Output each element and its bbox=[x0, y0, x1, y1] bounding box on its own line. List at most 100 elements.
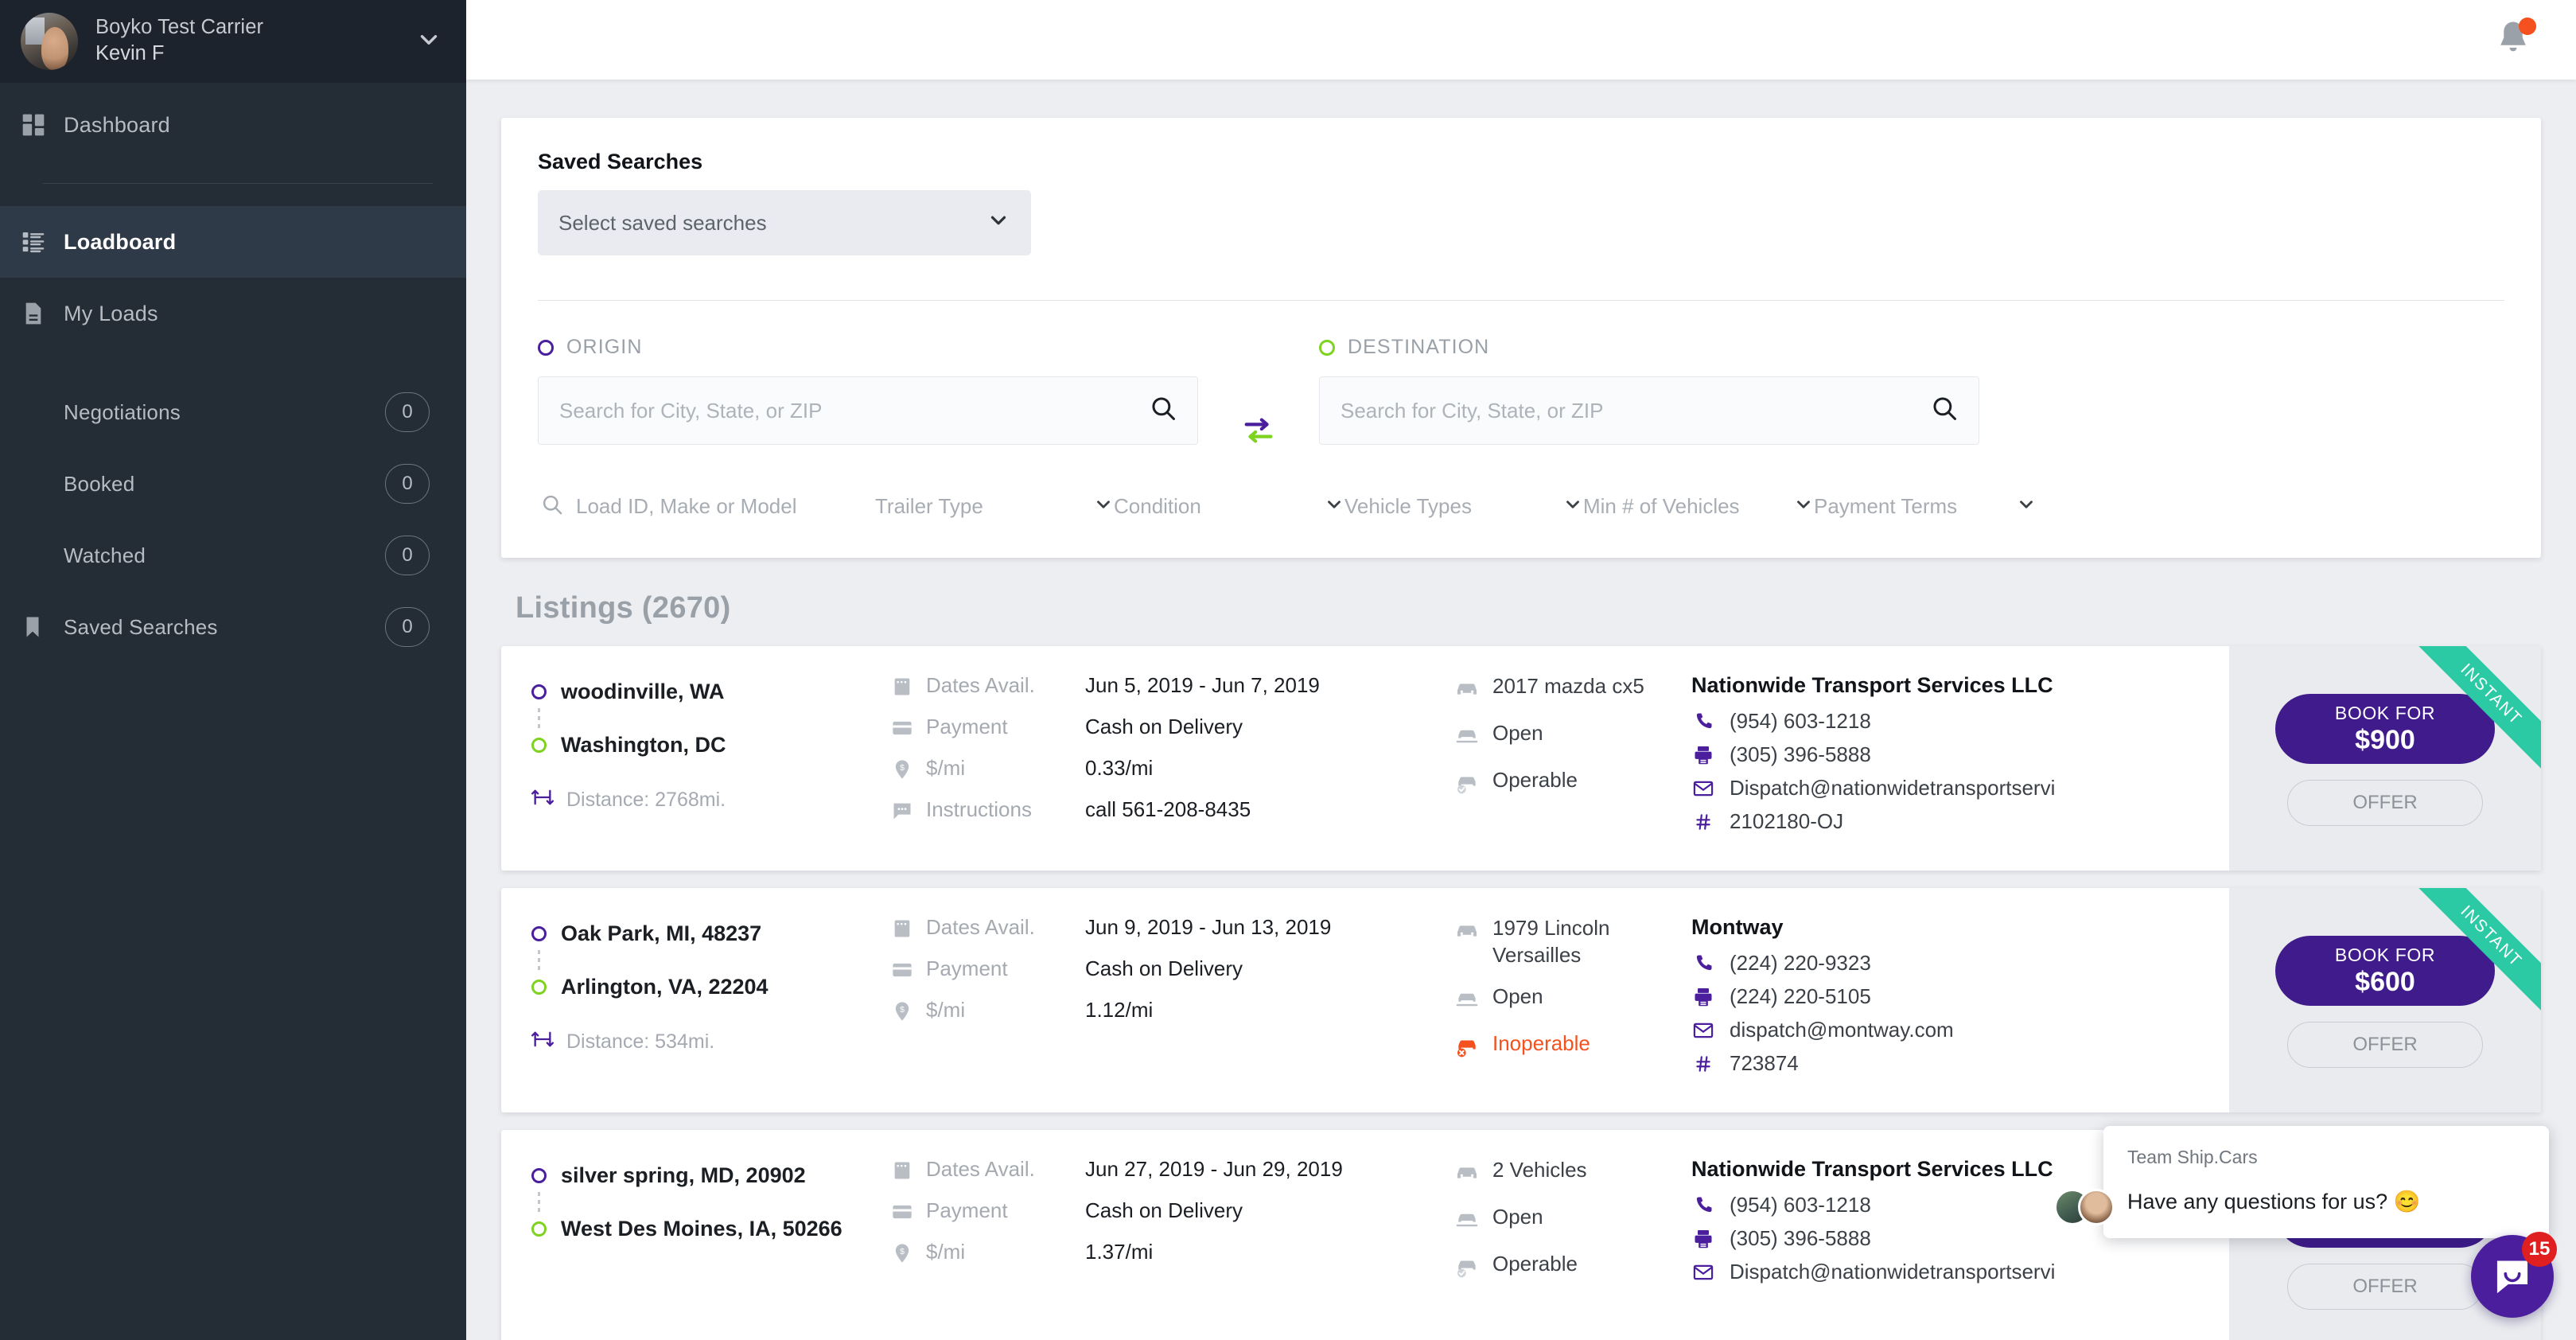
search-icon[interactable] bbox=[1150, 395, 1177, 427]
chevron-down-icon bbox=[2016, 494, 2037, 519]
trailer-type: Open bbox=[1492, 1205, 1543, 1229]
trailer-row: Open bbox=[1454, 984, 1687, 1016]
filter-payment-terms[interactable]: Payment Terms bbox=[1814, 494, 2037, 519]
phone-icon bbox=[1691, 952, 1715, 975]
fax-printer-icon bbox=[1691, 986, 1715, 1008]
route-distance: Distance: 534mi. bbox=[531, 1028, 891, 1056]
sidebar-item-saved-searches[interactable]: Saved Searches 0 bbox=[0, 591, 466, 663]
offer-button[interactable]: OFFER bbox=[2287, 1264, 2483, 1310]
sidebar-item-negotiations[interactable]: Negotiations 0 bbox=[0, 376, 466, 448]
broker-name: Nationwide Transport Services LLC bbox=[1691, 673, 2053, 697]
spec-rate: $ $/mi 1.12/mi bbox=[891, 998, 1448, 1026]
book-button[interactable]: BOOK FOR $900 bbox=[2275, 694, 2495, 764]
sidebar-item-dashboard[interactable]: Dashboard bbox=[0, 89, 466, 161]
destination-block: DESTINATION Search for City, State, or Z… bbox=[1319, 336, 1979, 445]
spec-payment: Payment Cash on Delivery bbox=[891, 715, 1448, 743]
chat-popup[interactable]: Team Ship.Cars Have any questions for us… bbox=[2054, 1126, 2549, 1238]
comment-icon bbox=[891, 797, 926, 826]
fax-printer-icon bbox=[1691, 1228, 1715, 1250]
listing-details: silver spring, MD, 20902 West Des Moines… bbox=[501, 1130, 2229, 1340]
sidebar-item-my-loads[interactable]: My Loads bbox=[0, 278, 466, 349]
listing-card[interactable]: Oak Park, MI, 48237 Arlington, VA, 22204… bbox=[501, 888, 2541, 1112]
phone-text: (954) 603-1218 bbox=[1730, 1193, 1871, 1217]
chevron-down-icon[interactable] bbox=[415, 26, 442, 57]
load-id-text: 723874 bbox=[1730, 1051, 1799, 1075]
saved-searches-select[interactable]: Select saved searches bbox=[538, 190, 1031, 255]
calendar-icon bbox=[891, 1157, 926, 1186]
origin-marker-icon bbox=[531, 1168, 547, 1183]
book-label: BOOK FOR bbox=[2334, 945, 2436, 965]
vehicle-name: 2017 mazda cx5 bbox=[1492, 674, 1644, 698]
route-destination: Arlington, VA, 22204 bbox=[531, 975, 891, 999]
origin-city: woodinville, WA bbox=[561, 680, 725, 703]
listing-actions: BOOK FOR $600 OFFER INSTANT bbox=[2229, 888, 2541, 1112]
spec-rate: $ $/mi 1.37/mi bbox=[891, 1240, 1448, 1268]
listing-card[interactable]: woodinville, WA Washington, DC Distance:… bbox=[501, 646, 2541, 871]
fax-printer-icon bbox=[1691, 744, 1715, 766]
filter-label: Min # of Vehicles bbox=[1583, 494, 1740, 518]
sidebar-item-label: Negotiations bbox=[64, 399, 181, 424]
contact-email[interactable]: Dispatch@nationwidetransportservi bbox=[1691, 776, 2221, 800]
sidebar-divider bbox=[43, 183, 433, 184]
route-connector bbox=[538, 950, 540, 971]
listing-actions: BOOK FOR $900 OFFER INSTANT bbox=[2229, 646, 2541, 871]
vehicle-row: 1979 Lincoln Versailles bbox=[1454, 915, 1687, 969]
sidebar-item-watched[interactable]: Watched 0 bbox=[0, 520, 466, 591]
offer-button[interactable]: OFFER bbox=[2287, 780, 2483, 826]
sidebar-item-loadboard[interactable]: Loadboard bbox=[0, 206, 466, 278]
swap-origin-destination-button[interactable] bbox=[1198, 336, 1319, 449]
offer-label: OFFER bbox=[2352, 792, 2418, 813]
phone-text: (224) 220-9323 bbox=[1730, 951, 1871, 975]
origin-destination-row: ORIGIN Search for City, State, or ZIP DE… bbox=[538, 301, 2504, 449]
distance-icon bbox=[531, 1028, 554, 1056]
spec-label: Instructions bbox=[926, 797, 1032, 821]
destination-input[interactable]: Search for City, State, or ZIP bbox=[1319, 376, 1979, 445]
envelope-icon bbox=[1691, 1019, 1715, 1042]
car-front-icon bbox=[1454, 915, 1481, 948]
chat-launcher-button[interactable]: 15 bbox=[2471, 1232, 2557, 1318]
contact-load-id: 2102180-OJ bbox=[1691, 809, 2221, 834]
destination-city: Washington, DC bbox=[561, 733, 726, 757]
contact-load-id: 723874 bbox=[1691, 1051, 2221, 1076]
condition-row: Operable bbox=[1454, 767, 1687, 800]
price-pin-icon: $ bbox=[891, 756, 926, 785]
search-icon[interactable] bbox=[1931, 395, 1958, 427]
notification-dot bbox=[2519, 18, 2536, 35]
route-origin: silver spring, MD, 20902 bbox=[531, 1163, 891, 1188]
spec-dates: Dates Avail. Jun 5, 2019 - Jun 7, 2019 bbox=[891, 673, 1448, 702]
keyword-search-input[interactable]: Load ID, Make or Model bbox=[541, 493, 875, 520]
filter-condition[interactable]: Condition bbox=[1114, 494, 1344, 519]
price-pin-icon: $ bbox=[891, 1240, 926, 1268]
route-connector bbox=[538, 708, 540, 729]
contact-phone[interactable]: (954) 603-1218 bbox=[1691, 709, 2221, 734]
book-button[interactable]: BOOK FOR $600 bbox=[2275, 936, 2495, 1006]
chevron-down-icon bbox=[986, 208, 1010, 238]
filter-trailer-type[interactable]: Trailer Type bbox=[875, 494, 1114, 519]
contact-email[interactable]: dispatch@montway.com bbox=[1691, 1018, 2221, 1042]
load-id-text: 2102180-OJ bbox=[1730, 809, 1844, 833]
origin-input[interactable]: Search for City, State, or ZIP bbox=[538, 376, 1198, 445]
sidebar-badge-saved-searches: 0 bbox=[385, 607, 430, 647]
filter-label: Condition bbox=[1114, 494, 1201, 518]
hash-icon bbox=[1691, 812, 1715, 832]
condition-text: Operable bbox=[1492, 1252, 1578, 1276]
filter-min-vehicles[interactable]: Min # of Vehicles bbox=[1583, 494, 1814, 519]
notifications-button[interactable] bbox=[2492, 18, 2536, 61]
spec-label: Payment bbox=[926, 956, 1008, 980]
spec-value-payment: Cash on Delivery bbox=[1085, 715, 1243, 738]
avatar bbox=[21, 13, 78, 70]
contact-phone[interactable]: (224) 220-9323 bbox=[1691, 951, 2221, 976]
offer-button[interactable]: OFFER bbox=[2287, 1022, 2483, 1068]
filter-label: Vehicle Types bbox=[1344, 494, 1472, 518]
contact-email[interactable]: Dispatch@nationwidetransportservi bbox=[1691, 1260, 2221, 1284]
filter-vehicle-types[interactable]: Vehicle Types bbox=[1344, 494, 1583, 519]
document-icon bbox=[21, 301, 64, 326]
profile-switcher[interactable]: Boyko Test Carrier Kevin F bbox=[0, 0, 466, 83]
dashboard-grid-icon bbox=[21, 112, 64, 138]
sidebar-item-booked[interactable]: Booked 0 bbox=[0, 448, 466, 520]
trailer-type: Open bbox=[1492, 984, 1543, 1008]
filter-row: Load ID, Make or Model Trailer Type Cond… bbox=[538, 449, 2504, 537]
vehicle-name: 2 Vehicles bbox=[1492, 1158, 1587, 1182]
sidebar-item-label: Loadboard bbox=[64, 229, 177, 254]
